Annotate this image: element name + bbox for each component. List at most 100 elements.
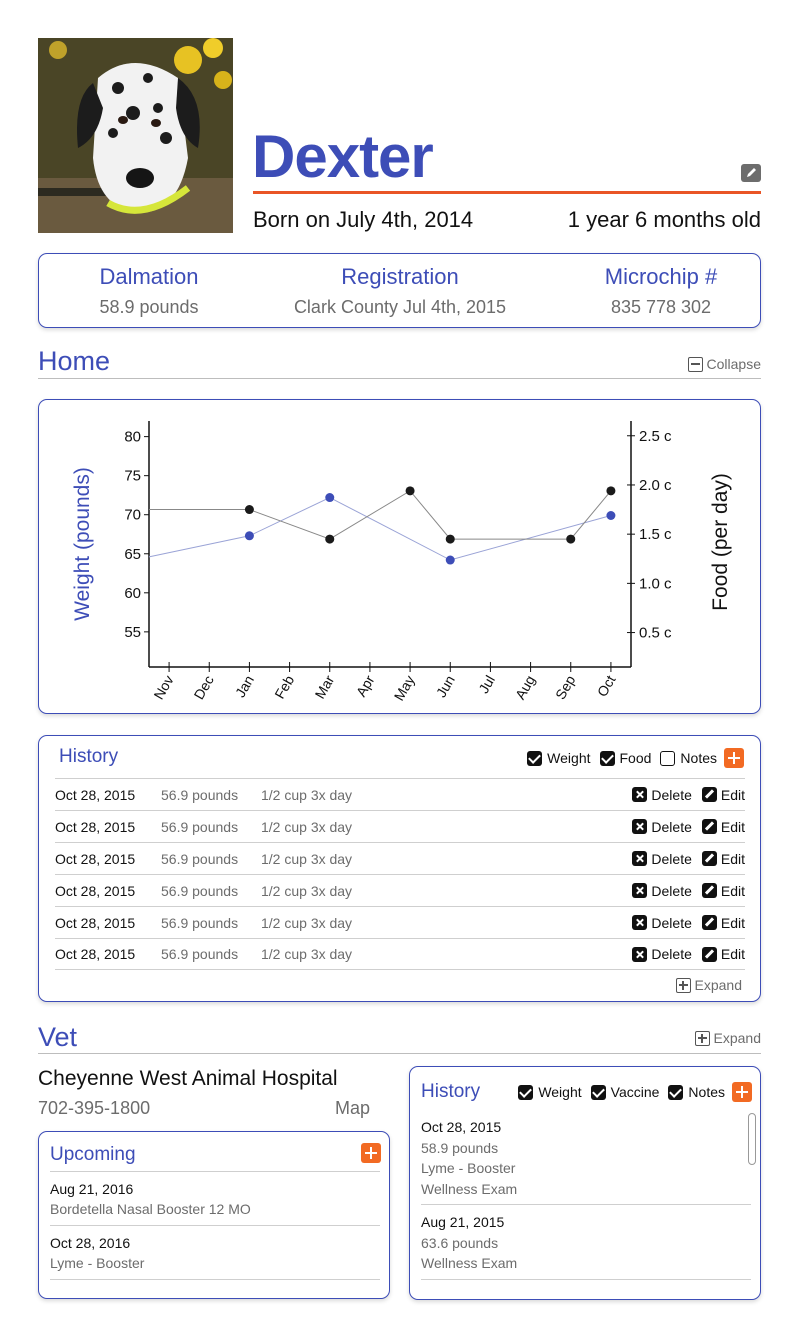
x-tick-label: Jul: [475, 673, 498, 697]
x-tick-label: Feb: [271, 672, 297, 701]
delete-button[interactable]: Delete: [632, 882, 692, 899]
add-vet-history-button[interactable]: [732, 1082, 752, 1102]
weight-point: [445, 555, 455, 565]
y-axis-title: Weight (pounds): [71, 467, 94, 621]
food-series-line: [149, 490, 612, 540]
birth-date: Born on July 4th, 2014: [253, 207, 474, 232]
microchip-value: 835 778 302: [610, 297, 712, 317]
row-date: Oct 28, 2015: [55, 914, 136, 931]
delete-icon: [632, 946, 648, 962]
delete-button[interactable]: Delete: [632, 946, 692, 962]
collapse-label: Collapse: [706, 356, 761, 372]
edit-pet-button[interactable]: [741, 164, 761, 182]
row-weight: 56.9 pounds: [161, 818, 239, 835]
weight-checkbox[interactable]: [518, 1084, 534, 1100]
y-tick-label: 60: [124, 585, 141, 602]
name-divider: [253, 191, 761, 194]
weight-checkbox[interactable]: [527, 750, 543, 766]
delete-icon: [632, 915, 648, 930]
entry-note: Wellness Exam: [421, 1180, 518, 1197]
y2-axis-title: Food (per day): [709, 473, 732, 611]
table-row: Oct 28, 2015 56.9 pounds 1/2 cup 3x day …: [55, 906, 745, 938]
x-tick-label: Jan: [232, 673, 257, 701]
add-history-button[interactable]: [724, 748, 744, 768]
row-food: 1/2 cup 3x day: [261, 882, 353, 899]
upcoming-title: Upcoming: [50, 1144, 136, 1165]
edit-label: Edit: [720, 914, 745, 931]
notes-checkbox[interactable]: [668, 1084, 684, 1100]
row-date: Oct 28, 2015: [55, 882, 136, 899]
vet-expand-button[interactable]: Expand: [694, 1030, 761, 1046]
delete-button[interactable]: Delete: [632, 914, 692, 931]
entry-date: Aug 21, 2015: [421, 1214, 505, 1230]
entry-vaccine: Lyme - Booster: [421, 1160, 516, 1176]
row-date: Oct 28, 2015: [55, 786, 136, 803]
collapse-button[interactable]: Collapse: [687, 356, 761, 372]
x-tick-label: Apr: [353, 672, 378, 699]
food-point: [606, 486, 616, 496]
notes-filter-label: Notes: [680, 750, 717, 766]
row-weight: 56.9 pounds: [161, 946, 239, 962]
add-upcoming-button[interactable]: [361, 1143, 381, 1163]
edit-button[interactable]: Edit: [701, 946, 745, 962]
vaccine-checkbox[interactable]: [590, 1084, 606, 1100]
map-link[interactable]: Map: [335, 1098, 370, 1119]
delete-icon: [632, 787, 648, 802]
food-checkbox[interactable]: [599, 750, 615, 766]
vet-history-filters: Weight Vaccine Notes: [518, 1082, 752, 1102]
delete-label: Delete: [651, 786, 692, 803]
weight-point: [606, 510, 616, 520]
info-card: Dalmation 58.9 pounds Registration Clark…: [38, 253, 761, 328]
row-date: Oct 28, 2015: [55, 818, 136, 835]
registration-label: Registration: [341, 264, 459, 289]
expand-label: Expand: [694, 977, 742, 993]
y-tick-label: 65: [124, 546, 141, 563]
edit-button[interactable]: Edit: [701, 851, 745, 867]
edit-button[interactable]: Edit: [701, 819, 745, 835]
minus-square-icon: [687, 356, 703, 372]
pet-photo: [38, 38, 233, 233]
edit-button[interactable]: Edit: [701, 786, 745, 803]
edit-button[interactable]: Edit: [701, 914, 745, 931]
weight-point: [325, 493, 335, 503]
weight-filter-label: Weight: [538, 1084, 582, 1100]
expand-label: Expand: [713, 1030, 761, 1046]
home-divider: [38, 378, 761, 379]
list-item[interactable]: Oct 28, 2016 Lyme - Booster: [50, 1226, 380, 1280]
list-item[interactable]: Aug 21, 2016 Bordetella Nasal Booster 12…: [50, 1172, 380, 1226]
row-food: 1/2 cup 3x day: [261, 850, 353, 867]
list-item[interactable]: Aug 21, 2015 63.6 pounds Wellness Exam: [421, 1212, 751, 1280]
weight-point: [244, 531, 254, 541]
y2-tick-label: 1.0 c: [639, 575, 672, 592]
history-expand-button[interactable]: Expand: [675, 977, 742, 993]
delete-label: Delete: [651, 914, 692, 931]
notes-checkbox[interactable]: [660, 750, 676, 766]
delete-label: Delete: [651, 818, 692, 835]
delete-button[interactable]: Delete: [632, 851, 692, 867]
upcoming-desc: Lyme - Booster: [50, 1255, 145, 1271]
y-tick-label: 70: [124, 507, 141, 524]
food-point: [244, 505, 254, 515]
delete-label: Delete: [651, 882, 692, 899]
hospital-phone[interactable]: 702-395-1800: [38, 1098, 150, 1119]
list-item[interactable]: Oct 28, 2015 58.9 pounds Lyme - Booster …: [421, 1117, 751, 1205]
y-tick-label: 75: [124, 468, 141, 485]
delete-button[interactable]: Delete: [632, 818, 692, 835]
delete-button[interactable]: Delete: [632, 786, 692, 803]
row-weight: 56.9 pounds: [161, 914, 239, 931]
edit-button[interactable]: Edit: [701, 882, 745, 899]
edit-label: Edit: [720, 786, 745, 803]
edit-icon: [701, 819, 717, 834]
edit-label: Edit: [720, 882, 745, 899]
table-row: Oct 28, 2015 56.9 pounds 1/2 cup 3x day …: [55, 938, 745, 970]
breed: Dalmation: [99, 264, 199, 289]
row-food: 1/2 cup 3x day: [261, 914, 353, 931]
row-date: Oct 28, 2015: [55, 850, 136, 867]
upcoming-date: Aug 21, 2016: [50, 1181, 134, 1197]
row-weight: 56.9 pounds: [161, 850, 239, 867]
weight-filter-label: Weight: [547, 750, 591, 766]
edit-icon: [701, 787, 717, 802]
history-filters: Weight Food Notes: [527, 748, 744, 768]
y2-tick-label: 0.5 c: [639, 625, 672, 642]
row-weight: 56.9 pounds: [161, 882, 239, 899]
